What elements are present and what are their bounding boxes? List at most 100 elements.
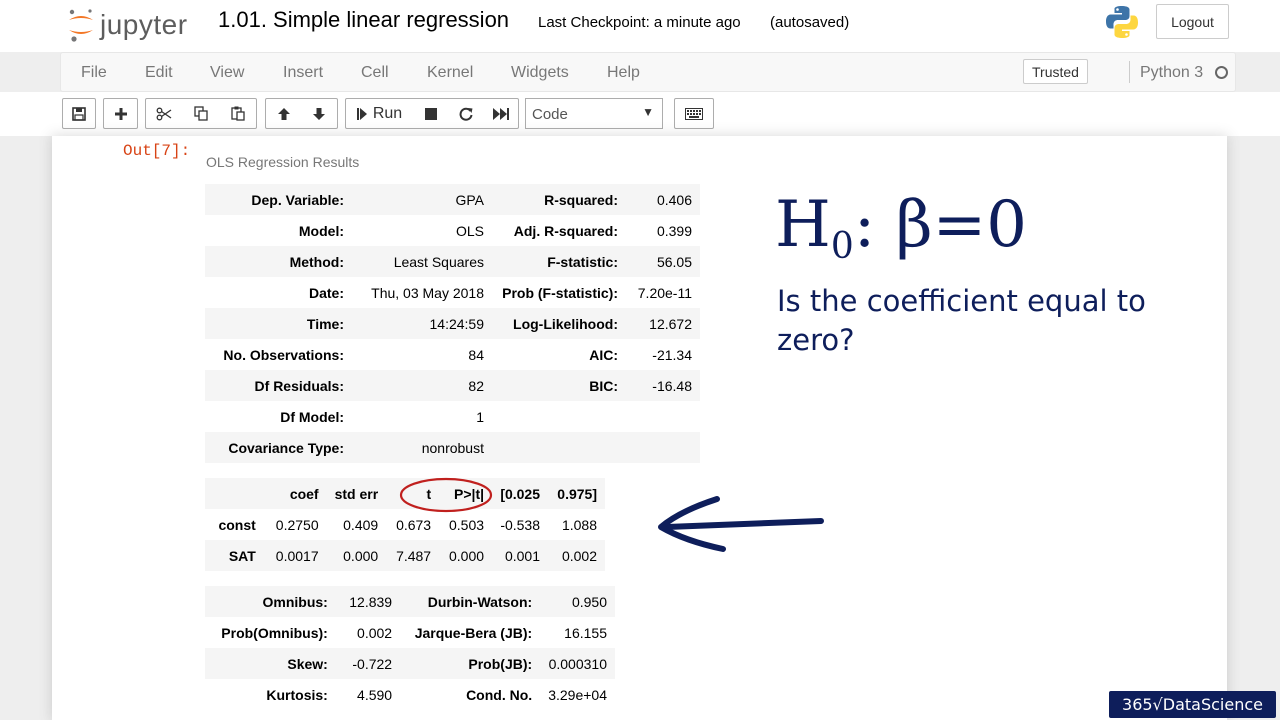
row-value: -0.722 [352, 655, 393, 672]
cell-type-value: Code [532, 106, 568, 123]
row-label: Skew: [287, 655, 328, 672]
row-value: 0.002 [357, 624, 393, 641]
interrupt-button[interactable] [413, 98, 449, 129]
scissors-icon [156, 107, 172, 120]
logout-button[interactable]: Logout [1156, 4, 1229, 39]
row-label: Cond. No. [466, 686, 533, 703]
menu-file[interactable]: File [81, 64, 107, 82]
row-value [626, 432, 700, 463]
row-label: Log-Likelihood: [513, 315, 618, 332]
menu-edit[interactable]: Edit [145, 64, 173, 82]
row-label: Method: [289, 253, 344, 270]
table-row: SAT 0.0017 0.000 7.487 0.000 0.001 0.002 [205, 540, 605, 571]
trusted-indicator[interactable]: Trusted [1023, 59, 1088, 84]
menu-widgets[interactable]: Widgets [511, 64, 569, 82]
column-header: coef [289, 485, 319, 502]
output-prompt: Out[7]: [123, 142, 191, 160]
restart-button[interactable] [448, 98, 484, 129]
row-value: 12.839 [349, 593, 393, 610]
cell: 0.2750 [275, 516, 319, 533]
row-label: BIC: [589, 377, 618, 394]
datascience-watermark: 365√DataScience [1109, 691, 1276, 718]
menu-cell[interactable]: Cell [361, 64, 389, 82]
run-button[interactable]: Run [345, 98, 414, 129]
hypothesis-h: H [775, 188, 831, 262]
table-row: Omnibus: 12.839 Durbin-Watson: 0.950 [205, 586, 615, 617]
row-value: 3.29e+04 [548, 686, 607, 703]
plus-icon [114, 107, 127, 120]
column-header [205, 478, 264, 509]
jupyter-logo[interactable]: jupyter [66, 6, 226, 42]
toolbar: Run Code ▼ [0, 92, 1280, 136]
row-label: R-squared: [544, 191, 618, 208]
row-value: Thu, 03 May 2018 [371, 284, 484, 301]
keyboard-icon [685, 107, 703, 120]
row-label: Dep. Variable: [251, 191, 344, 208]
row-label: Omnibus: [262, 593, 328, 610]
row-value: 4.590 [357, 686, 393, 703]
save-button[interactable] [62, 98, 96, 129]
menu-help[interactable]: Help [607, 64, 640, 82]
logo-text: jupyter [100, 9, 188, 40]
row-label: Model: [298, 222, 344, 239]
cell: 0.000 [448, 547, 485, 564]
table-row: Time: 14:24:59 Log-Likelihood: 12.672 [205, 308, 700, 339]
table-row: Dep. Variable: GPA R-squared: 0.406 [205, 184, 700, 215]
row-value: 14:24:59 [429, 315, 485, 332]
table-row: No. Observations: 84 AIC: -21.34 [205, 339, 700, 370]
cell: 1.088 [561, 516, 597, 533]
model-summary-table: Dep. Variable: GPA R-squared: 0.406 Model: O… [205, 184, 700, 463]
menu-insert[interactable]: Insert [283, 64, 323, 82]
move-down-button[interactable] [301, 98, 338, 129]
row-value: 7.20e-11 [637, 284, 692, 301]
row-value: 0.000310 [548, 655, 607, 672]
hypothesis-rest: : β=0 [853, 188, 1027, 262]
row-label: Date: [308, 284, 344, 301]
column-header: [0.025 [500, 485, 541, 502]
row-value: Least Squares [393, 253, 484, 270]
row-value: 56.05 [656, 253, 692, 270]
table-row: Df Model: 1 [205, 401, 700, 432]
table-row: Df Residuals: 82 BIC: -16.48 [205, 370, 700, 401]
row-value: GPA [455, 191, 484, 208]
command-palette-button[interactable] [674, 98, 714, 129]
kernel-divider [1129, 61, 1130, 83]
row-label: Kurtosis: [266, 686, 328, 703]
move-up-button[interactable] [265, 98, 302, 129]
paste-button[interactable] [219, 98, 257, 129]
table-row: Method: Least Squares F-statistic: 56.05 [205, 246, 700, 277]
cell: -0.538 [500, 516, 541, 533]
row-value: 84 [468, 346, 484, 363]
menu-view[interactable]: View [210, 64, 244, 82]
kernel-name: Python 3 [1140, 64, 1204, 81]
restart-icon [459, 107, 472, 121]
menu-kernel[interactable]: Kernel [427, 64, 473, 82]
save-icon [72, 106, 86, 121]
row-value: 0.950 [571, 593, 607, 610]
cut-button[interactable] [145, 98, 183, 129]
run-all-button[interactable] [483, 98, 519, 129]
row-label: F-statistic: [547, 253, 618, 270]
table-row: Model: OLS Adj. R-squared: 0.399 [205, 215, 700, 246]
arrow-down-icon [313, 107, 325, 120]
row-value: nonrobust [421, 439, 484, 456]
row-value: 1 [476, 408, 484, 425]
row-value: 0.399 [656, 222, 692, 239]
row-label: Prob(Omnibus): [221, 624, 328, 641]
copy-button[interactable] [182, 98, 220, 129]
row-label: SAT [228, 547, 256, 564]
cell-type-select[interactable]: Code ▼ [525, 98, 663, 129]
python-logo-icon [1106, 6, 1138, 38]
copy-icon [193, 106, 208, 121]
table-row: Kurtosis: 4.590 Cond. No. 3.29e+04 [205, 679, 615, 710]
diagnostics-table: Omnibus: 12.839 Durbin-Watson: 0.950 Prob(O… [205, 586, 615, 710]
insert-cell-button[interactable] [103, 98, 138, 129]
column-header: std err [334, 485, 379, 502]
row-value [626, 401, 700, 432]
notebook-title[interactable]: 1.01. Simple linear regression [218, 7, 509, 33]
row-label: Df Residuals: [254, 377, 344, 394]
header: jupyter 1.01. Simple linear regression L… [0, 0, 1280, 52]
row-value: OLS [455, 222, 484, 239]
fast-forward-icon [492, 107, 509, 120]
table-row: Skew: -0.722 Prob(JB): 0.000310 [205, 648, 615, 679]
